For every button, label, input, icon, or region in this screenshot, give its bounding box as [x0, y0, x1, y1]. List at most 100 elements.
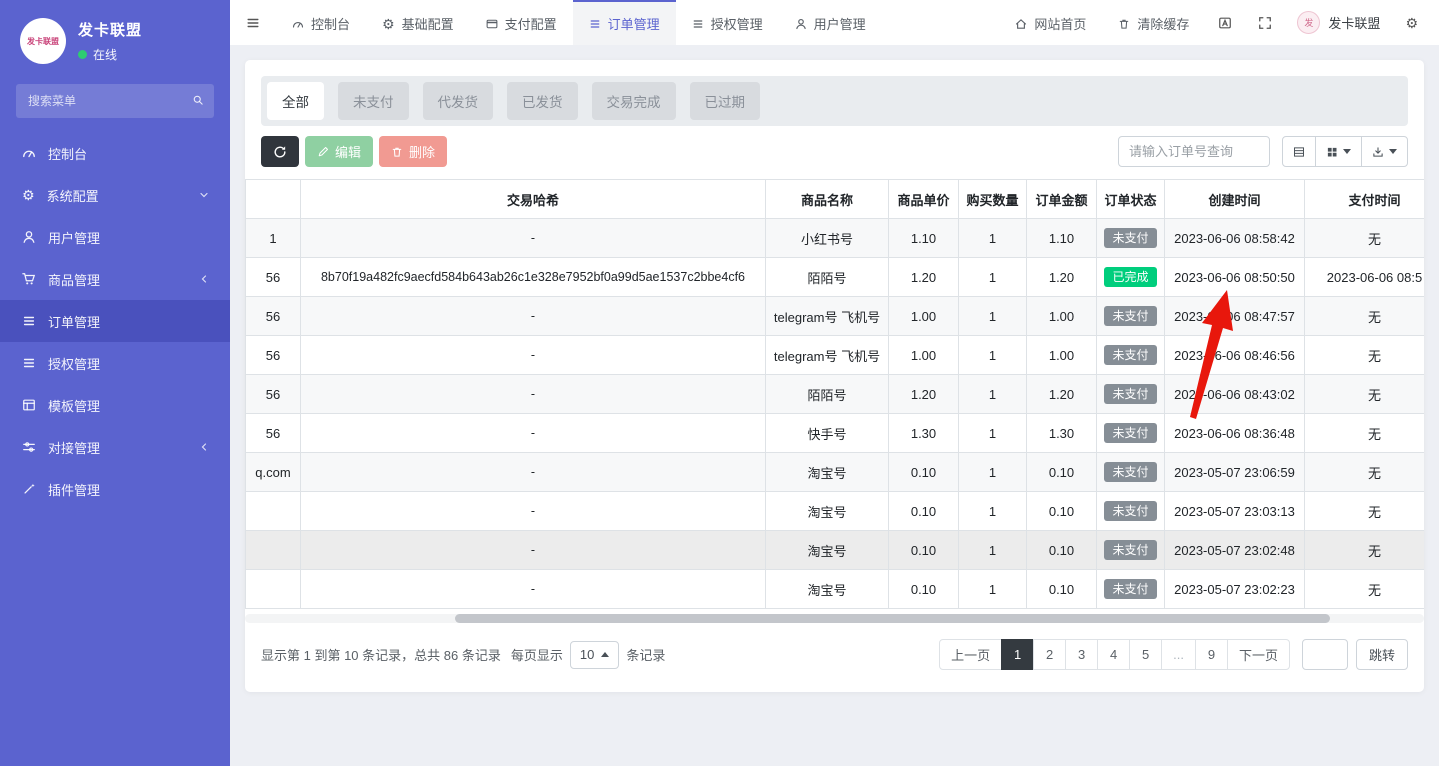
brand-title: 发卡联盟: [78, 22, 143, 39]
menu-toggle-button[interactable]: [230, 0, 276, 45]
columns-dropdown-button[interactable]: [1315, 136, 1362, 167]
tab-unpaid[interactable]: 未支付: [338, 82, 409, 120]
gauge-icon: [22, 146, 36, 160]
nav-item-site-home[interactable]: 网站首页: [999, 0, 1102, 45]
fullscreen-button[interactable]: [1245, 0, 1285, 45]
table-row[interactable]: 56- 陌陌号 1.20 1 1.20 未支付 2023-06-06 08:43:02 无: [245, 374, 1424, 414]
sidebar-item-plugins[interactable]: 插件管理: [0, 468, 230, 510]
online-status: 在线: [78, 46, 142, 63]
fullscreen-icon: [1258, 16, 1272, 30]
cell-status: 未支付: [1096, 530, 1165, 570]
tab-pending-delivery[interactable]: 代发货: [422, 82, 493, 120]
table-row[interactable]: - 淘宝号 0.10 1 0.10 未支付 2023-05-07 23:03:13 无: [245, 491, 1424, 531]
sidebar-item-dashboard[interactable]: 控制台: [0, 132, 230, 174]
cell-created: 2023-06-06 08:58:42: [1164, 218, 1305, 258]
sidebar-item-system-config[interactable]: ⚙ 系统配置: [0, 174, 230, 216]
tab-delivered[interactable]: 已发货: [507, 82, 578, 120]
tab-completed[interactable]: 交易完成: [591, 82, 676, 120]
cell-qty: 1: [958, 296, 1027, 336]
nav-item-base-config[interactable]: ⚙ 基础配置: [366, 0, 470, 45]
sidebar-item-integrations[interactable]: 对接管理: [0, 426, 230, 468]
table-row[interactable]: 56- 快手号 1.30 1 1.30 未支付 2023-06-06 08:36:48 无: [245, 413, 1424, 453]
cell-status: 未支付: [1096, 218, 1165, 258]
cell-created: 2023-06-06 08:46:56: [1164, 335, 1305, 375]
page-button[interactable]: 4: [1097, 639, 1131, 670]
user-menu[interactable]: 发 发卡联盟: [1285, 0, 1392, 45]
table-row[interactable]: q.com - 淘宝号 0.10 1 0.10 未支付 2023-05-07 23:06:59…: [245, 452, 1424, 492]
cell-paid: 无: [1304, 218, 1424, 258]
sidebar-item-users[interactable]: 用户管理: [0, 216, 230, 258]
brand: 发卡联盟 发卡联盟 在线: [0, 0, 230, 76]
cell-price: 1.00: [888, 296, 959, 336]
sidebar-item-products[interactable]: 商品管理: [0, 258, 230, 300]
page-button[interactable]: 9: [1194, 639, 1228, 670]
cell-created: 2023-06-06 08:47:57: [1164, 296, 1305, 336]
delete-button[interactable]: 删除: [379, 136, 448, 167]
page-button[interactable]: 5: [1129, 639, 1163, 670]
delete-button-label: 删除: [409, 145, 436, 160]
tab-all[interactable]: 全部: [267, 82, 324, 120]
cell-created: 2023-05-07 23:06:59: [1164, 452, 1305, 492]
sidebar-item-orders[interactable]: 订单管理: [0, 300, 230, 342]
cell-product: 淘宝号: [765, 491, 889, 531]
settings-button[interactable]: ⚙: [1392, 0, 1431, 45]
cell-product: 陌陌号: [765, 374, 889, 414]
horizontal-scrollbar-thumb[interactable]: [455, 614, 1330, 623]
table-row[interactable]: 56- telegram号 飞机号 1.00 1 1.00 未支付 2023-06-06 0…: [245, 296, 1424, 336]
cell-price: 1.30: [888, 413, 959, 453]
jump-button[interactable]: 跳转: [1355, 639, 1408, 670]
records-info: 显示第 1 到第 10 条记录，总共 86 条记录: [261, 648, 501, 663]
nav-item-label: 订单管理: [607, 17, 660, 32]
trash-icon: [1118, 18, 1130, 30]
page-button[interactable]: 1: [1001, 639, 1035, 670]
page-button[interactable]: ...: [1161, 639, 1196, 670]
order-search-input[interactable]: [1118, 136, 1270, 167]
sidebar-item-auth[interactable]: 授权管理: [0, 342, 230, 384]
edit-button[interactable]: 编辑: [305, 136, 374, 167]
per-page-suffix: 条记录: [626, 648, 666, 663]
wand-icon: [22, 482, 36, 496]
cell-created: 2023-06-06 08:50:50: [1164, 257, 1305, 297]
cell-status: 未支付: [1096, 569, 1165, 609]
list-icon: [22, 314, 36, 328]
table-row[interactable]: - 淘宝号 0.10 1 0.10 未支付 2023-05-07 23:02:23 无: [245, 569, 1424, 609]
sidebar-item-label: 授权管理: [48, 356, 101, 372]
cell-created: 2023-05-07 23:03:13: [1164, 491, 1305, 531]
prev-page-button[interactable]: 上一页: [939, 639, 1003, 670]
next-page-button[interactable]: 下一页: [1226, 639, 1290, 670]
refresh-button[interactable]: [261, 136, 299, 167]
sidebar: 发卡联盟 发卡联盟 在线 控制台 ⚙ 系统配置 用户管理: [0, 0, 230, 766]
nav-item-users[interactable]: 用户管理: [779, 0, 882, 45]
table-row[interactable]: - 淘宝号 0.10 1 0.10 未支付 2023-05-07 23:02:48 无: [245, 530, 1424, 570]
language-icon: [1218, 16, 1232, 30]
table-row[interactable]: 56- telegram号 飞机号 1.00 1 1.00 未支付 2023-06-06 0…: [245, 335, 1424, 375]
sidebar-item-templates[interactable]: 模板管理: [0, 384, 230, 426]
table-row[interactable]: 56 8b70f19a482fc9aecfd584b643ab26c1e328e7…: [245, 257, 1424, 297]
sidebar-search-input[interactable]: [16, 84, 214, 118]
table-row[interactable]: 1- 小红书号 1.10 1 1.10 未支付 2023-06-06 08:58:42 无: [245, 218, 1424, 258]
cell-status: 未支付: [1096, 413, 1165, 453]
cell-hash: 8b70f19a482fc9aecfd584b643ab26c1e328e795…: [300, 257, 766, 297]
list-view-button[interactable]: [1282, 136, 1316, 167]
nav-item-payment-config[interactable]: 支付配置: [470, 0, 573, 45]
page-button[interactable]: 2: [1033, 639, 1067, 670]
nav-item-orders[interactable]: 订单管理: [572, 0, 676, 45]
jump-page-input[interactable]: [1301, 639, 1348, 670]
gear-icon: ⚙: [1405, 14, 1418, 31]
page-button[interactable]: 3: [1065, 639, 1099, 670]
cell-status: 未支付: [1096, 452, 1165, 492]
nav-item-auth[interactable]: 授权管理: [676, 0, 779, 45]
nav-item-clear-cache[interactable]: 清除缓存: [1102, 0, 1205, 45]
per-page-dropdown[interactable]: 10: [569, 640, 620, 669]
nav-item-dashboard[interactable]: 控制台: [276, 0, 366, 45]
cell-product: telegram号 飞机号: [765, 335, 889, 375]
toolbar-right: [1118, 136, 1408, 167]
cell-hash: -: [300, 296, 766, 336]
language-button[interactable]: [1205, 0, 1245, 45]
caret-up-icon: [601, 652, 610, 657]
cell-status: 未支付: [1096, 491, 1165, 531]
cell-hash: -: [300, 413, 766, 453]
tab-expired[interactable]: 已过期: [689, 82, 760, 120]
export-dropdown-button[interactable]: [1361, 136, 1408, 167]
credit-card-icon: [486, 18, 498, 30]
